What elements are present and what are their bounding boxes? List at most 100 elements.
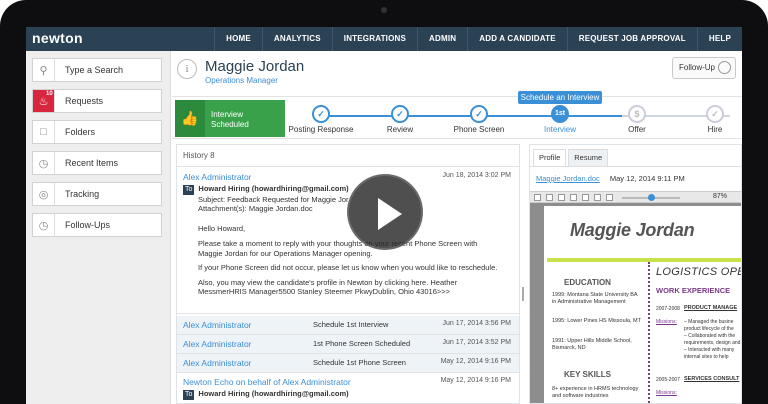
to-tag: To <box>183 390 195 400</box>
work-dates: 2005-2007 <box>656 377 680 383</box>
to-tag: To <box>183 185 195 195</box>
nav-admin[interactable]: ADMIN <box>417 27 467 51</box>
candidate-role[interactable]: Operations Manager <box>205 76 278 85</box>
follow-up-label: Follow-Up <box>679 63 716 72</box>
history-entry-expanded[interactable]: Alex Administrator Jun 18, 2014 3:02 PM … <box>177 168 519 314</box>
email-subject: Subject: Feedback Requested for Maggie J… <box>198 194 349 204</box>
app-logo[interactable]: newton <box>32 30 83 46</box>
document-viewer[interactable]: Maggie Jordan EDUCATION 1999: Montana St… <box>530 203 741 403</box>
entry-author[interactable]: Alex Administrator <box>183 320 252 330</box>
tab-profile[interactable]: Profile <box>533 149 567 166</box>
file-date: May 12, 2014 9:11 PM <box>609 174 685 183</box>
current-stage-button[interactable]: 👍 Interview Scheduled <box>175 100 285 137</box>
history-scrollbar[interactable] <box>522 287 524 301</box>
nav-help[interactable]: HELP <box>696 27 742 51</box>
step-label: Posting Response <box>288 125 354 134</box>
work-dates: 2007-2008 <box>656 306 680 312</box>
zoom-level[interactable]: 87% <box>713 193 727 200</box>
step-phone-screen[interactable]: ✓ Phone Screen <box>444 105 514 134</box>
schedule-interview-tooltip[interactable]: Schedule an Interview <box>518 91 602 104</box>
clock-icon: ◷ <box>33 214 55 236</box>
dollar-icon: $ <box>628 105 646 123</box>
follow-up-button[interactable]: Follow-Up <box>672 57 736 79</box>
work-bullet: – Interacted with many <box>684 347 735 353</box>
sidebar-search[interactable]: ⚲ Type a Search <box>32 58 162 82</box>
entry-author[interactable]: Alex Administrator <box>183 172 252 182</box>
tab-resume[interactable]: Resume <box>568 149 609 166</box>
print-icon[interactable] <box>534 194 541 201</box>
check-icon: ✓ <box>470 105 488 123</box>
sidebar-item-label: Recent Items <box>65 158 119 168</box>
history-entry[interactable]: Alex Administrator Schedule 1st Phone Sc… <box>177 354 519 373</box>
mission-label: Missions: <box>656 390 677 396</box>
email-paragraph: If your Phone Screen did not occur, plea… <box>198 263 498 272</box>
step-interview[interactable]: 1st Interview <box>525 105 595 134</box>
nav-integrations[interactable]: INTEGRATIONS <box>331 27 417 51</box>
work-bullet: product lifecycle of the <box>684 326 734 332</box>
nav-request-job-approval[interactable]: REQUEST JOB APPROVAL <box>566 27 697 51</box>
sidebar-item-tracking[interactable]: ◎ Tracking <box>32 182 162 206</box>
history-title: History 8 <box>177 145 519 167</box>
entry-author[interactable]: Newton Echo on behalf of Alex Administra… <box>183 377 351 387</box>
viewer-toolbar: 87% <box>530 191 741 203</box>
email-attachment[interactable]: Attachment(s): Maggie Jordan.doc <box>183 204 503 214</box>
history-entry[interactable]: Alex Administrator 1st Phone Screen Sche… <box>177 335 519 354</box>
work-title: SERVICES CONSULT <box>684 376 740 382</box>
work-bullet: – Collaborated with the <box>684 333 736 339</box>
page-icon[interactable] <box>558 194 565 201</box>
play-video-button[interactable] <box>347 174 423 250</box>
email-body: To Howard Hiring (howardhiring@gmail.com)… <box>183 184 503 297</box>
check-icon: ✓ <box>312 105 330 123</box>
candidate-header: i Maggie Jordan Operations Manager Follo… <box>172 51 742 97</box>
entry-author[interactable]: Alex Administrator <box>183 358 252 368</box>
work-heading: WORK EXPERIENCE <box>656 286 731 295</box>
step-offer[interactable]: $ Offer <box>602 105 672 134</box>
sidebar-item-follow-ups[interactable]: ◷ Follow-Ups <box>32 213 162 237</box>
work-bullet: internal sites to help <box>684 354 729 360</box>
nav-add-candidate[interactable]: ADD A CANDIDATE <box>467 27 566 51</box>
play-icon <box>378 198 402 230</box>
work-bullet: – Managed the busine <box>684 319 734 325</box>
email-paragraph: Also, you may view the candidate's profi… <box>198 277 458 297</box>
save-icon[interactable] <box>546 194 553 201</box>
work-bullet: requirements, design and <box>684 340 741 346</box>
education-heading: EDUCATION <box>564 278 611 287</box>
history-entry-expanded[interactable]: Newton Echo on behalf of Alex Administra… <box>177 373 519 403</box>
sidebar-item-label: Folders <box>65 127 96 137</box>
sidebar-item-recent-items[interactable]: ◷ Recent Items <box>32 151 162 175</box>
email-recipient: Howard Hiring (howardhiring@gmail.com) <box>198 389 349 398</box>
zoom-slider-handle[interactable] <box>648 194 655 201</box>
skill-item: 8+ experience in HRMS technology and sof… <box>552 386 639 399</box>
hiring-pipeline: 👍 Interview Scheduled Schedule an Interv… <box>172 91 742 139</box>
sidebar-item-requests[interactable]: ♨ 10 Requests <box>32 89 162 113</box>
nav-home[interactable]: HOME <box>214 27 262 51</box>
step-review[interactable]: ✓ Review <box>365 105 435 134</box>
resume-accent-bar <box>547 258 741 262</box>
step-hire[interactable]: ✓ Hire <box>680 105 742 134</box>
info-icon[interactable]: i <box>177 59 197 79</box>
work-title: PRODUCT MANAGE <box>684 305 738 311</box>
resume-file-link[interactable]: Maggie Jordan.doc <box>536 174 600 183</box>
sidebar-item-label: Follow-Ups <box>65 220 111 230</box>
entry-action: Schedule 1st Interview <box>313 320 389 329</box>
device-frame: newton HOME ANALYTICS INTEGRATIONS ADMIN… <box>0 0 768 404</box>
fit-icon[interactable] <box>582 194 589 201</box>
step-posting-response[interactable]: ✓ Posting Response <box>286 105 356 134</box>
resume-page: Maggie Jordan EDUCATION 1999: Montana St… <box>544 206 741 403</box>
clock-icon <box>718 61 731 74</box>
search-icon[interactable] <box>570 194 577 201</box>
zoom-out-icon[interactable] <box>606 194 613 201</box>
history-entry[interactable]: Alex Administrator Schedule 1st Intervie… <box>177 316 519 335</box>
sidebar-item-label: Requests <box>65 96 104 106</box>
sidebar-item-folders[interactable]: □ Folders <box>32 120 162 144</box>
entry-action: 1st Phone Screen Scheduled <box>313 339 411 348</box>
skills-heading: KEY SKILLS <box>564 370 611 379</box>
history-panel: History 8 Alex Administrator Jun 18, 201… <box>176 144 520 404</box>
main-nav: HOME ANALYTICS INTEGRATIONS ADMIN ADD A … <box>214 27 742 51</box>
entry-timestamp: May 12, 2014 9:16 PM <box>440 358 511 365</box>
step-label: Review <box>386 125 414 134</box>
step-label: Phone Screen <box>453 125 505 134</box>
rotate-icon[interactable] <box>594 194 601 201</box>
nav-analytics[interactable]: ANALYTICS <box>261 27 332 51</box>
entry-author[interactable]: Alex Administrator <box>183 339 252 349</box>
